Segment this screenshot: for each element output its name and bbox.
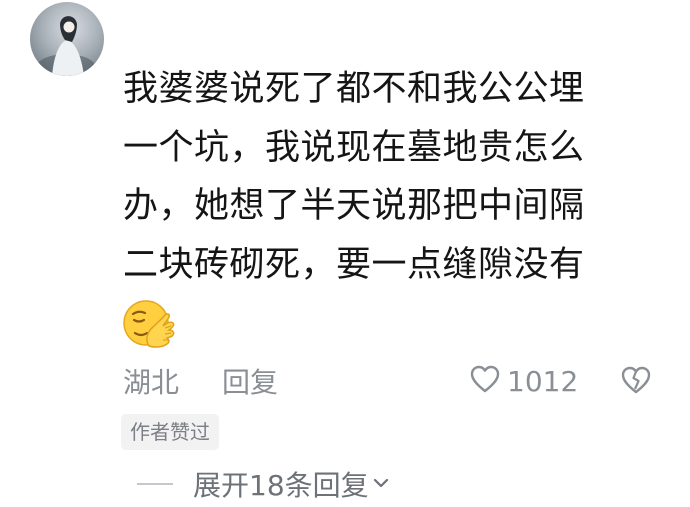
divider-line — [137, 483, 173, 485]
comment-meta-row: 湖北 回复 1012 — [123, 359, 663, 403]
reply-button[interactable]: 回复 — [222, 361, 278, 401]
like-count: 1012 — [507, 364, 579, 398]
comment-text: 我婆婆说死了都不和我公公埋 一个坑，我说现在墓地贵怎么 办，她想了半天说那把中间… — [123, 60, 663, 294]
facepalm-emoji — [121, 296, 177, 348]
expand-replies-button[interactable]: 展开18条回复 — [137, 463, 390, 505]
comment-line: 一个坑，我说现在墓地贵怎么 — [123, 127, 585, 168]
comment-line: 办，她想了半天说那把中间隔 — [123, 186, 585, 226]
broken-heart-icon[interactable] — [620, 365, 652, 399]
author-liked-badge: 作者赞过 — [121, 414, 219, 450]
comment-line: 二块砖砌死，要一点缝隙没有 — [123, 244, 585, 285]
location-label: 湖北 — [123, 366, 180, 399]
user-avatar[interactable] — [30, 2, 104, 76]
chevron-down-icon — [372, 475, 390, 494]
like-button[interactable]: 1012 — [469, 359, 578, 403]
expand-replies-label: 展开18条回复 — [193, 469, 369, 502]
heart-outline-icon — [469, 364, 501, 398]
comment-line: 我婆婆说死了都不和我公公埋 — [123, 69, 585, 109]
